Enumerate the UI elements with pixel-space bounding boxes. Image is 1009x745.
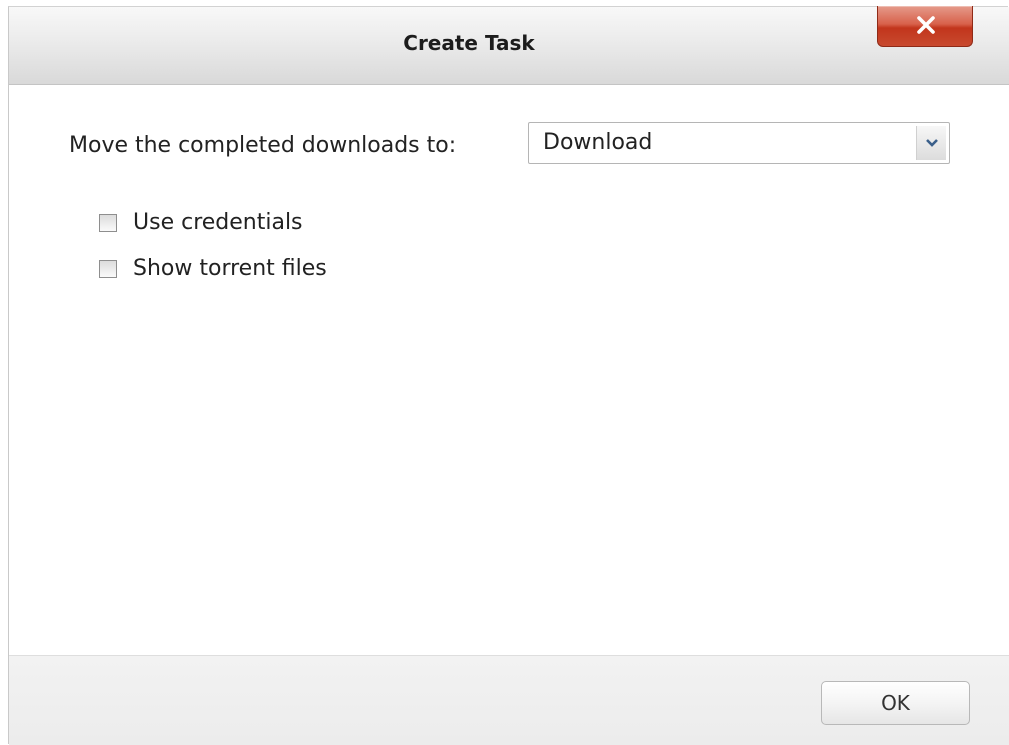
dropdown-button[interactable] [916,126,946,160]
dialog-footer: OK [9,655,1009,745]
show-torrent-files-label: Show torrent files [133,256,327,281]
dialog-title: Create Task [403,31,535,55]
destination-select[interactable]: Download [528,122,950,164]
destination-label: Move the completed downloads to: [69,133,457,158]
dialog-titlebar: Create Task [9,6,1009,85]
close-icon [917,16,935,34]
chevron-down-icon [926,139,938,147]
close-button[interactable] [877,6,973,47]
use-credentials-checkbox[interactable] [99,214,117,232]
destination-selected-value: Download [543,130,653,155]
ok-button[interactable]: OK [821,681,970,725]
use-credentials-label: Use credentials [133,210,303,235]
show-torrent-files-checkbox[interactable] [99,260,117,278]
create-task-dialog: Create Task Move the completed downloads… [8,6,1009,745]
